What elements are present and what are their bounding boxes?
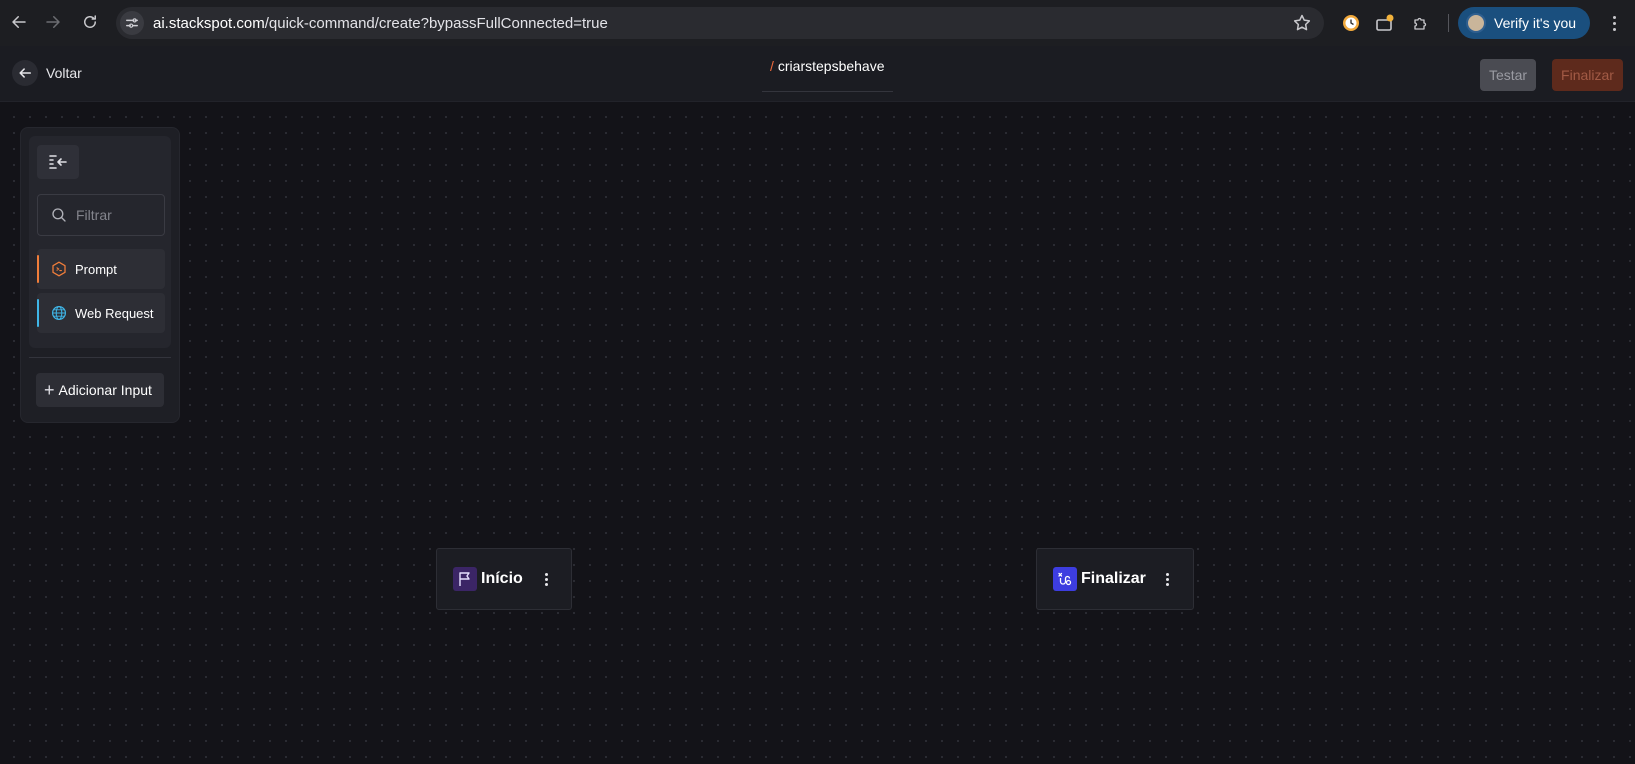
url-text: ai.stackspot.com/quick-command/create?by… [153,15,608,32]
node-palette-list: Prompt Web Request [29,136,171,348]
node-menu-icon[interactable] [541,571,553,587]
filter-input-wrap[interactable] [37,194,165,236]
flow-node-inicio[interactable]: Início [436,548,572,610]
arrow-left-icon [12,60,38,86]
prompt-hexagon-icon [52,261,66,277]
flow-canvas[interactable] [0,103,1635,764]
search-icon [52,208,66,222]
item-accent-bar [37,255,39,283]
flow-node-finalizar[interactable]: Finalizar [1036,548,1194,610]
test-button[interactable]: Testar [1480,59,1536,91]
finalize-button[interactable]: Finalizar [1552,59,1623,91]
filter-input[interactable] [76,207,156,223]
back-label: Voltar [46,65,82,81]
panel-divider [29,357,171,358]
app-header: Voltar / criarstepsbehave Testar Finaliz… [0,46,1635,102]
item-accent-bar [37,299,39,327]
palette-item-prompt[interactable]: Prompt [37,249,165,289]
profile-verify-button[interactable]: Verify it's you [1458,7,1590,39]
page-title[interactable]: / criarstepsbehave [762,58,893,92]
avatar [1466,13,1486,33]
node-label: Finalizar [1081,570,1146,587]
collapse-panel-button[interactable] [37,145,79,179]
route-icon [1053,567,1077,591]
add-input-button[interactable]: + Adicionar Input [36,373,164,407]
browser-toolbar: ai.stackspot.com/quick-command/create?by… [0,0,1635,46]
extension-clock-icon[interactable] [1340,12,1362,34]
palette-item-label: Prompt [75,261,117,277]
browser-menu-icon[interactable] [1604,12,1624,34]
flag-icon [453,567,477,591]
collapse-left-icon [49,155,67,169]
bookmark-star-icon[interactable] [1292,13,1312,33]
extension-badge-icon[interactable] [1374,12,1396,34]
address-bar[interactable]: ai.stackspot.com/quick-command/create?by… [116,7,1324,39]
back-button[interactable]: Voltar [12,59,82,87]
node-label: Início [481,570,523,587]
site-settings-icon[interactable] [120,11,144,35]
extensions-puzzle-icon[interactable] [1410,12,1432,34]
reload-icon[interactable] [77,9,103,35]
forward-arrow-icon[interactable] [40,9,66,35]
node-menu-icon[interactable] [1162,571,1174,587]
plus-icon: + [44,380,55,400]
palette-item-label: Web Request [75,305,154,321]
toolbar-divider [1448,14,1449,32]
globe-icon [52,306,66,320]
back-arrow-icon[interactable] [6,9,32,35]
palette-item-web-request[interactable]: Web Request [37,293,165,333]
